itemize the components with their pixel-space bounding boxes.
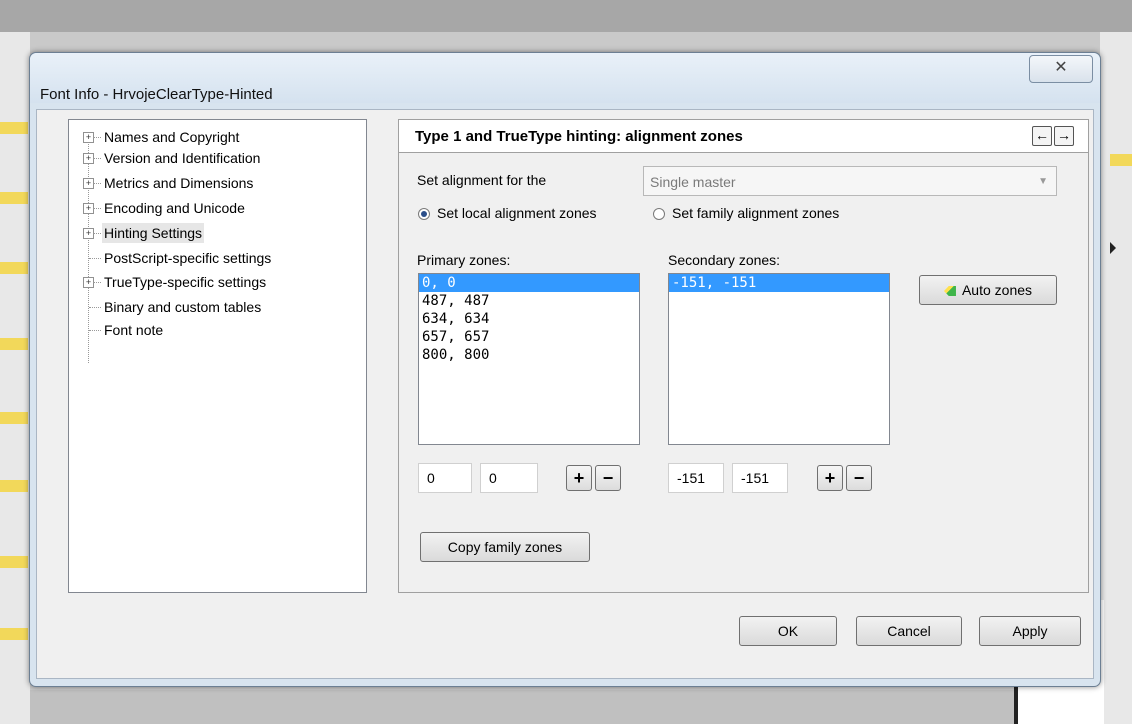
tree-item-label: PostScript-specific settings (104, 250, 272, 266)
remove-primary-zone-button[interactable]: − (595, 465, 621, 491)
tree-item-label: Binary and custom tables (104, 299, 262, 315)
list-item[interactable]: 487, 487 (419, 292, 639, 310)
tree-item-label: Encoding and Unicode (104, 200, 245, 216)
list-item[interactable]: 800, 800 (419, 346, 639, 364)
category-tree[interactable]: + Names and Copyright + Version and Iden… (68, 119, 367, 593)
primary-zones-label: Primary zones: (417, 252, 511, 268)
local-zones-radio[interactable] (418, 208, 430, 220)
background-app-top (0, 0, 1132, 32)
tree-item-label: TrueType-specific settings (104, 274, 267, 290)
gem-icon (943, 286, 956, 296)
chevron-down-icon: ▼ (1038, 176, 1048, 187)
dialog-titlebar[interactable]: Font Info - HrvojeClearType-Hinted ✕ (30, 53, 1100, 103)
background-app-right-panel (1100, 32, 1132, 724)
cancel-button[interactable]: Cancel (856, 616, 962, 646)
family-zones-label[interactable]: Set family alignment zones (672, 205, 839, 221)
font-info-dialog: Font Info - HrvojeClearType-Hinted ✕ + N… (29, 52, 1101, 687)
tree-item-label: Metrics and Dimensions (104, 175, 254, 191)
triangle-right-icon (1110, 242, 1116, 254)
primary-zone-top-input[interactable]: 0 (480, 463, 538, 493)
auto-zones-label: Auto zones (961, 282, 1033, 298)
dialog-client-area: + Names and Copyright + Version and Iden… (36, 109, 1094, 679)
close-button[interactable]: ✕ (1029, 55, 1093, 83)
primary-zones-list[interactable]: 0, 0 487, 487 634, 634 657, 657 800, 800 (418, 273, 640, 445)
add-primary-zone-button[interactable]: + (566, 465, 592, 491)
tree-item-label: Version and Identification (104, 150, 261, 166)
copy-family-zones-button[interactable]: Copy family zones (420, 532, 590, 562)
secondary-zones-label: Secondary zones: (668, 252, 781, 268)
primary-zone-bottom-input[interactable]: 0 (418, 463, 472, 493)
tree-item-label: Names and Copyright (104, 129, 240, 145)
apply-button[interactable]: Apply (979, 616, 1081, 646)
secondary-zone-bottom-input[interactable]: -151 (668, 463, 724, 493)
secondary-zones-list[interactable]: -151, -151 (668, 273, 890, 445)
ok-button[interactable]: OK (739, 616, 837, 646)
tree-item-label: Font note (104, 322, 164, 338)
tree-item-label: Hinting Settings (102, 223, 205, 243)
list-item[interactable]: 0, 0 (419, 274, 639, 292)
list-item[interactable]: 634, 634 (419, 310, 639, 328)
background-app-bottom (30, 690, 1100, 724)
dialog-title: Font Info - HrvojeClearType-Hinted (40, 86, 273, 103)
master-select[interactable]: Single master ▼ (643, 166, 1057, 196)
background-app-left-panel (0, 32, 30, 724)
alignment-zones-panel: Type 1 and TrueType hinting: alignment z… (398, 119, 1089, 593)
family-zones-radio[interactable] (653, 208, 665, 220)
add-secondary-zone-button[interactable]: + (817, 465, 843, 491)
back-arrow-button[interactable]: ← (1032, 126, 1052, 146)
panel-header: Type 1 and TrueType hinting: alignment z… (399, 120, 1088, 153)
set-alignment-label: Set alignment for the (417, 172, 547, 188)
master-select-value: Single master (650, 174, 736, 190)
panel-title: Type 1 and TrueType hinting: alignment z… (415, 128, 743, 145)
list-item[interactable]: 657, 657 (419, 328, 639, 346)
forward-arrow-button[interactable]: → (1054, 126, 1074, 146)
auto-zones-button[interactable]: Auto zones (919, 275, 1057, 305)
remove-secondary-zone-button[interactable]: − (846, 465, 872, 491)
secondary-zone-top-input[interactable]: -151 (732, 463, 788, 493)
local-zones-label[interactable]: Set local alignment zones (437, 205, 597, 221)
list-item[interactable]: -151, -151 (669, 274, 889, 292)
